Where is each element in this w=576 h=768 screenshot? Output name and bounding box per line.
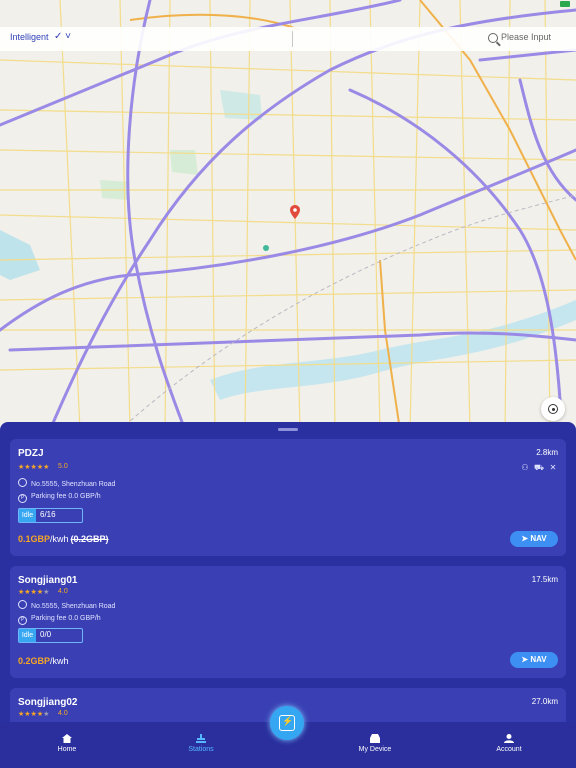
address-text: No.5555, Shenzhuan Road — [31, 481, 116, 488]
search-icon[interactable] — [488, 33, 498, 43]
station-name: Songjiang01 — [18, 575, 78, 586]
parking-text: Parking fee 0.0 GBP/h — [31, 615, 101, 622]
location-pin-icon[interactable] — [290, 205, 300, 219]
tab-stations[interactable]: Stations — [171, 722, 231, 768]
status-badge: Idle — [19, 629, 36, 642]
rating-value: 4.0 — [58, 588, 68, 595]
car-icon: ⛟ — [534, 463, 545, 472]
location-icon — [18, 600, 27, 609]
tab-label: Stations — [188, 746, 214, 753]
scan-charge-icon[interactable] — [270, 706, 304, 740]
nav-label: NAV — [530, 534, 547, 543]
parking-row: P Parking fee 0.0 GBP/h — [18, 493, 101, 503]
availability-count: 6/16 — [40, 510, 56, 519]
drag-handle[interactable] — [278, 428, 298, 431]
address-text: No.5555, Shenzhuan Road — [31, 603, 116, 610]
tab-label: My Device — [358, 746, 392, 753]
tab-label: Account — [496, 746, 522, 753]
station-distance: 17.5km — [531, 575, 558, 584]
map-view[interactable] — [0, 0, 576, 430]
station-distance: 2.8km — [536, 448, 558, 457]
locate-icon[interactable] — [541, 397, 565, 421]
nav-label: NAV — [530, 655, 547, 664]
restroom-icon: ⚇ — [521, 463, 529, 472]
price-value: 0.2GBP — [18, 656, 51, 666]
nav-button[interactable]: ➤ NAV — [510, 531, 558, 547]
location-icon — [18, 478, 27, 487]
price-unit: /kwh — [50, 534, 69, 544]
price-value: 0.1GBP — [18, 534, 51, 544]
availability-badge: Idle 0/0 — [18, 628, 83, 643]
divider — [292, 31, 293, 47]
station-card[interactable]: Songjiang01 17.5km ★★★★★ 4.0 No.5555, Sh… — [10, 566, 566, 678]
availability-count: 0/0 — [40, 630, 52, 639]
mode-selector[interactable]: Intelligent — [10, 32, 49, 42]
status-badge: Idle — [19, 509, 36, 522]
star-rating-icon: ★★★★★ — [18, 589, 50, 596]
station-name: PDZJ — [18, 448, 44, 459]
search-bar: Intelligent ✓ ˅ — [0, 27, 576, 51]
map-canvas — [0, 0, 576, 430]
price-unit: /kwh — [50, 656, 69, 666]
tab-my-device[interactable]: My Device — [345, 722, 405, 768]
check-chevron-icon[interactable]: ✓ ˅ — [54, 31, 71, 42]
availability-badge: Idle 6/16 — [18, 508, 83, 523]
address-row: No.5555, Shenzhuan Road — [18, 600, 115, 610]
address-row: No.5555, Shenzhuan Road — [18, 478, 115, 488]
star-rating-icon: ★★★★★ — [18, 464, 50, 471]
tab-account[interactable]: Account — [479, 722, 539, 768]
account-icon — [504, 734, 514, 743]
station-card[interactable]: PDZJ 2.8km ★★★★★ 5.0 ⚇ ⛟ ✕ No.5555, Shen… — [10, 439, 566, 556]
parking-row: P Parking fee 0.0 GBP/h — [18, 615, 101, 625]
search-input[interactable] — [501, 32, 573, 42]
tab-home[interactable]: Home — [37, 722, 97, 768]
stations-icon — [196, 734, 206, 743]
station-name: Songjiang02 — [18, 697, 78, 708]
repair-icon: ✕ — [549, 463, 557, 472]
home-icon — [62, 734, 72, 743]
parking-icon: P — [18, 494, 27, 503]
device-icon — [370, 734, 380, 743]
station-distance: 27.0km — [531, 697, 558, 706]
price: 0.2GBP/kwh — [18, 656, 69, 666]
rating-value: 5.0 — [58, 463, 68, 470]
battery-icon — [560, 1, 570, 7]
tab-label: Home — [57, 746, 77, 753]
rating-value: 4.0 — [58, 710, 68, 717]
star-rating-icon: ★★★★★ — [18, 711, 50, 718]
parking-text: Parking fee 0.0 GBP/h — [31, 493, 101, 500]
old-price: (0.2GBP) — [70, 534, 109, 544]
parking-icon: P — [18, 616, 27, 625]
nav-button[interactable]: ➤ NAV — [510, 652, 558, 668]
price: 0.1GBP/kwh (0.2GBP) — [18, 534, 109, 544]
